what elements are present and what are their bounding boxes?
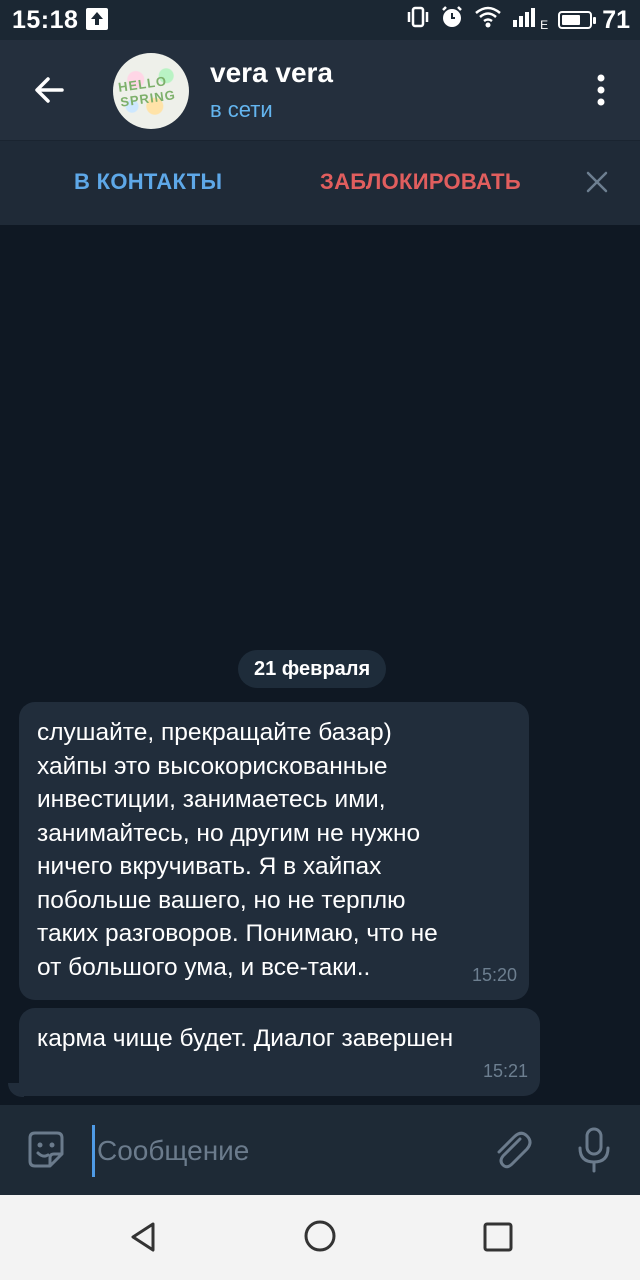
nav-recent-apps-button[interactable] (480, 1219, 516, 1255)
message-time: 15:21 (482, 1060, 528, 1081)
battery-fill (562, 15, 581, 25)
attach-button[interactable] (490, 1127, 534, 1173)
sticker-smile-icon (28, 1131, 64, 1168)
chat-header: HELLO SPRING vera vera в сети (0, 40, 640, 140)
contact-name[interactable]: vera vera (210, 57, 333, 89)
back-button[interactable] (24, 65, 74, 115)
battery-icon (558, 11, 597, 29)
chat-messages-area[interactable]: 21 февраля слушайте, прекращайте базар) … (0, 225, 640, 1105)
close-icon (586, 171, 608, 193)
square-recents-icon (483, 1222, 513, 1252)
microphone-icon (578, 1127, 610, 1173)
arrow-left-icon (35, 77, 64, 103)
message-bubble[interactable]: карма чище будет. Диалог завершен 15:21 (19, 1008, 540, 1096)
status-time: 15:18 (12, 6, 79, 34)
battery-percent: 71 (602, 5, 630, 34)
contact-action-bar: В КОНТАКТЫ ЗАБЛОКИРОВАТЬ (0, 140, 640, 226)
contact-status: в сети (210, 97, 273, 122)
system-navigation-bar (0, 1195, 640, 1280)
block-user-button[interactable]: ЗАБЛОКИРОВАТЬ (320, 169, 521, 195)
dismiss-action-bar-button[interactable] (584, 169, 610, 195)
message-text: слушайте, прекращайте базар) хайпы это в… (37, 719, 438, 981)
triangle-back-icon (131, 1222, 155, 1252)
message-bubble[interactable]: слушайте, прекращайте базар) хайпы это в… (19, 702, 529, 1000)
add-to-contacts-button[interactable]: В КОНТАКТЫ (74, 169, 222, 195)
message-text: карма чище будет. Диалог завершен (37, 1025, 454, 1052)
message-input[interactable] (92, 1125, 479, 1177)
emoji-button[interactable] (24, 1128, 68, 1172)
message-time: 15:20 (471, 964, 517, 985)
nav-back-button[interactable] (126, 1219, 162, 1255)
voice-message-button[interactable] (574, 1125, 614, 1175)
avatar-text: HELLO SPRING (117, 73, 177, 110)
nav-home-button[interactable] (302, 1218, 338, 1254)
status-icons: E 71 (406, 5, 630, 35)
signal-icon (512, 6, 538, 34)
paperclip-icon (497, 1131, 532, 1169)
wifi-icon (474, 6, 502, 34)
more-options-button[interactable] (586, 70, 616, 110)
more-vertical-icon (597, 74, 605, 106)
message-composer (0, 1105, 640, 1195)
circle-home-icon (304, 1220, 336, 1252)
avatar[interactable]: HELLO SPRING (113, 53, 189, 129)
alarm-icon (440, 5, 464, 35)
date-separator: 21 февраля (238, 650, 387, 688)
status-bar: 15:18 E 71 (0, 0, 640, 40)
network-type: E (540, 18, 549, 32)
upload-notification-icon (86, 8, 108, 30)
vibrate-icon (406, 6, 430, 34)
